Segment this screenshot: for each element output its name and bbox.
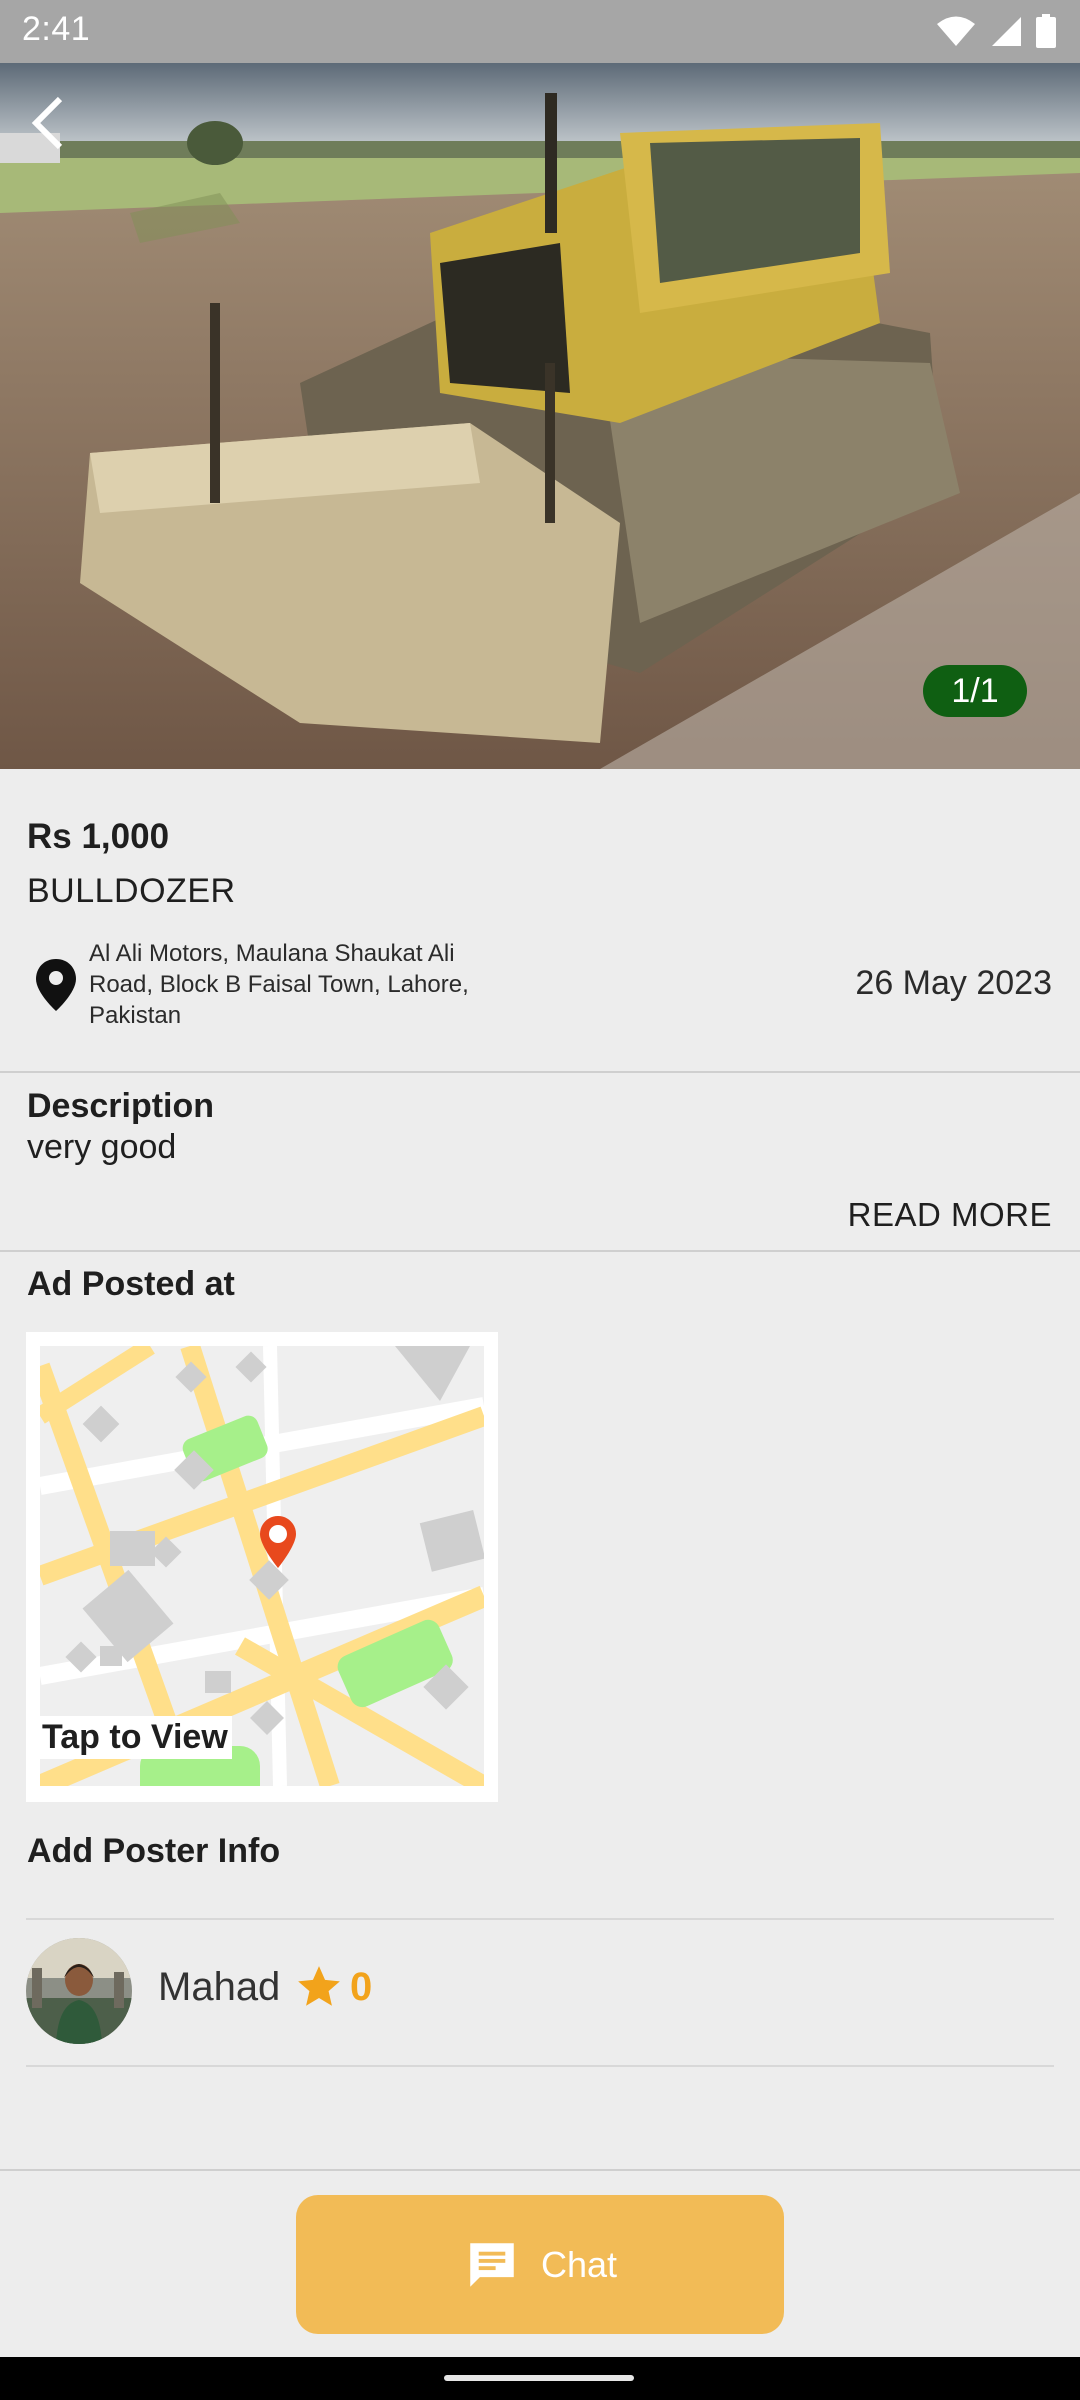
home-gesture-handle[interactable]	[444, 2375, 634, 2381]
divider	[26, 2065, 1054, 2067]
tap-to-view-label: Tap to View	[40, 1716, 232, 1759]
divider	[26, 1918, 1054, 1920]
listing-title: BULLDOZER	[27, 872, 236, 910]
status-bar	[0, 0, 1080, 63]
description-heading: Description	[27, 1087, 215, 1125]
location-pin-icon	[36, 959, 76, 1011]
listing-address: Al Ali Motors, Maulana Shaukat Ali Road,…	[89, 940, 469, 1029]
listing-date: 26 May 2023	[855, 964, 1052, 1002]
poster-heading: Add Poster Info	[27, 1832, 281, 1870]
chat-button[interactable]: Chat	[296, 2195, 784, 2334]
divider	[0, 1250, 1080, 1252]
listing-photo[interactable]	[0, 63, 1080, 769]
divider	[0, 2169, 1080, 2171]
battery-icon	[1036, 14, 1056, 48]
chat-icon	[470, 2242, 514, 2287]
ad-posted-heading: Ad Posted at	[27, 1265, 235, 1303]
listing-price: Rs 1,000	[27, 817, 170, 856]
poster-name[interactable]: Mahad	[158, 1965, 280, 2010]
image-counter: 1/1	[923, 665, 1027, 717]
star-icon	[298, 1966, 340, 2006]
status-icons	[936, 14, 1056, 48]
wifi-icon	[937, 16, 975, 46]
rating-value: 0	[350, 1964, 373, 2009]
signal-icon	[992, 17, 1021, 46]
poster-avatar[interactable]	[26, 1938, 132, 2044]
description-text: very good	[27, 1128, 177, 1166]
map-image: Tap to View	[40, 1346, 484, 1786]
status-time: 2:41	[22, 10, 91, 48]
chat-button-label: Chat	[540, 2243, 618, 2285]
poster-rating: 0	[294, 1962, 372, 2012]
back-button[interactable]	[18, 88, 78, 158]
divider	[0, 1071, 1080, 1073]
map-preview[interactable]: Tap to View	[26, 1332, 498, 1802]
read-more-button[interactable]: READ MORE	[848, 1196, 1052, 1234]
chevron-left-icon	[31, 96, 63, 150]
